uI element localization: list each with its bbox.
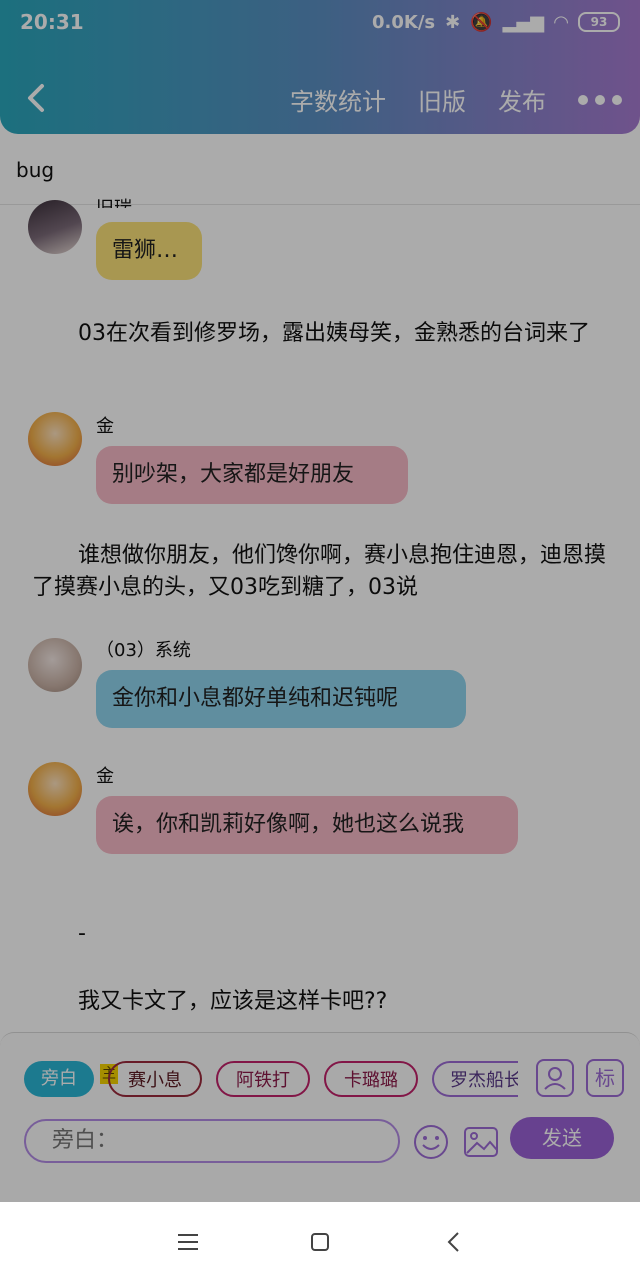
add-role-icon[interactable] <box>536 1059 574 1097</box>
role-chip[interactable]: 罗杰船长 <box>432 1061 518 1097</box>
old-version-button[interactable]: 旧版 <box>418 82 466 117</box>
menu-icon[interactable] <box>174 1228 202 1256</box>
avatar-jin <box>28 762 82 816</box>
composer-panel: 旁白 主 赛小息 阿铁打 卡璐璐 罗杰船长 标 旁白： 发送 <box>0 1032 640 1203</box>
narration-paragraph[interactable]: 我又卡文了，应该是这样卡吧?? <box>32 986 610 1018</box>
bluetooth-icon: ✱ <box>445 11 461 33</box>
battery-icon: 93 <box>578 12 620 32</box>
home-icon[interactable] <box>306 1228 334 1256</box>
toolbar-actions: 字数统计 旧版 发布 <box>290 82 622 117</box>
speech-bubble[interactable]: 别吵架，大家都是好朋友 <box>96 446 408 504</box>
status-icons: 0.0K/s ✱ 🔕 ▂▄▆ ◠ 93 <box>372 10 620 34</box>
publish-button[interactable]: 发布 <box>498 82 546 117</box>
narration-paragraph[interactable]: - <box>32 918 610 950</box>
avatar-jin <box>28 412 82 466</box>
image-icon[interactable] <box>462 1123 500 1161</box>
avatar-character <box>28 200 82 254</box>
speech-bubble[interactable]: 雷狮… <box>96 222 202 280</box>
wifi-icon: ◠ <box>554 11 568 33</box>
network-speed: 0.0K/s <box>371 11 436 33</box>
speech-bubble[interactable]: 金你和小息都好单纯和迟钝呢 <box>96 670 466 728</box>
word-count-button[interactable]: 字数统计 <box>290 82 386 117</box>
role-chip-narrator[interactable]: 旁白 <box>24 1061 94 1097</box>
status-bar: 20:31 0.0K/s ✱ 🔕 ▂▄▆ ◠ 93 <box>0 0 640 44</box>
message-input[interactable]: 旁白： <box>24 1119 400 1163</box>
speaker-name: （03）系统 <box>96 640 191 661</box>
mark-button[interactable]: 标 <box>586 1059 624 1097</box>
status-time: 20:31 <box>20 10 84 34</box>
speaker-name: 旧瑞 <box>96 194 132 208</box>
speech-bubble[interactable]: 诶，你和凯莉好像啊，她也这么说我 <box>96 796 518 854</box>
avatar-system <box>28 638 82 692</box>
system-navigation-bar <box>0 1202 640 1280</box>
speaker-name: 金 <box>96 416 114 437</box>
role-chip[interactable]: 卡璐璐 <box>324 1061 418 1097</box>
back-icon[interactable] <box>440 1228 468 1256</box>
emoji-icon[interactable] <box>412 1123 450 1161</box>
app-header: 20:31 0.0K/s ✱ 🔕 ▂▄▆ ◠ 93 字数统计 旧版 发布 <box>0 0 640 134</box>
role-chip[interactable]: 赛小息 <box>108 1061 202 1097</box>
mute-bell-icon: 🔕 <box>470 11 493 33</box>
signal-icon: ▂▄▆ <box>502 11 545 33</box>
document-title[interactable]: bug <box>16 158 54 182</box>
toolbar: 字数统计 旧版 发布 <box>0 60 640 134</box>
speaker-name: 金 <box>96 766 114 787</box>
narration-paragraph[interactable]: 03在次看到修罗场，露出姨母笑，金熟悉的台词来了 <box>32 318 610 350</box>
role-chip[interactable]: 阿铁打 <box>216 1061 310 1097</box>
back-arrow-icon[interactable] <box>22 78 52 118</box>
narration-paragraph[interactable]: 谁想做你朋友，他们馋你啊，赛小息抱住迪恩，迪恩摸了摸赛小息的头，又03吃到糖了，… <box>32 540 610 604</box>
more-icon[interactable] <box>578 82 622 117</box>
send-button[interactable]: 发送 <box>510 1117 614 1159</box>
